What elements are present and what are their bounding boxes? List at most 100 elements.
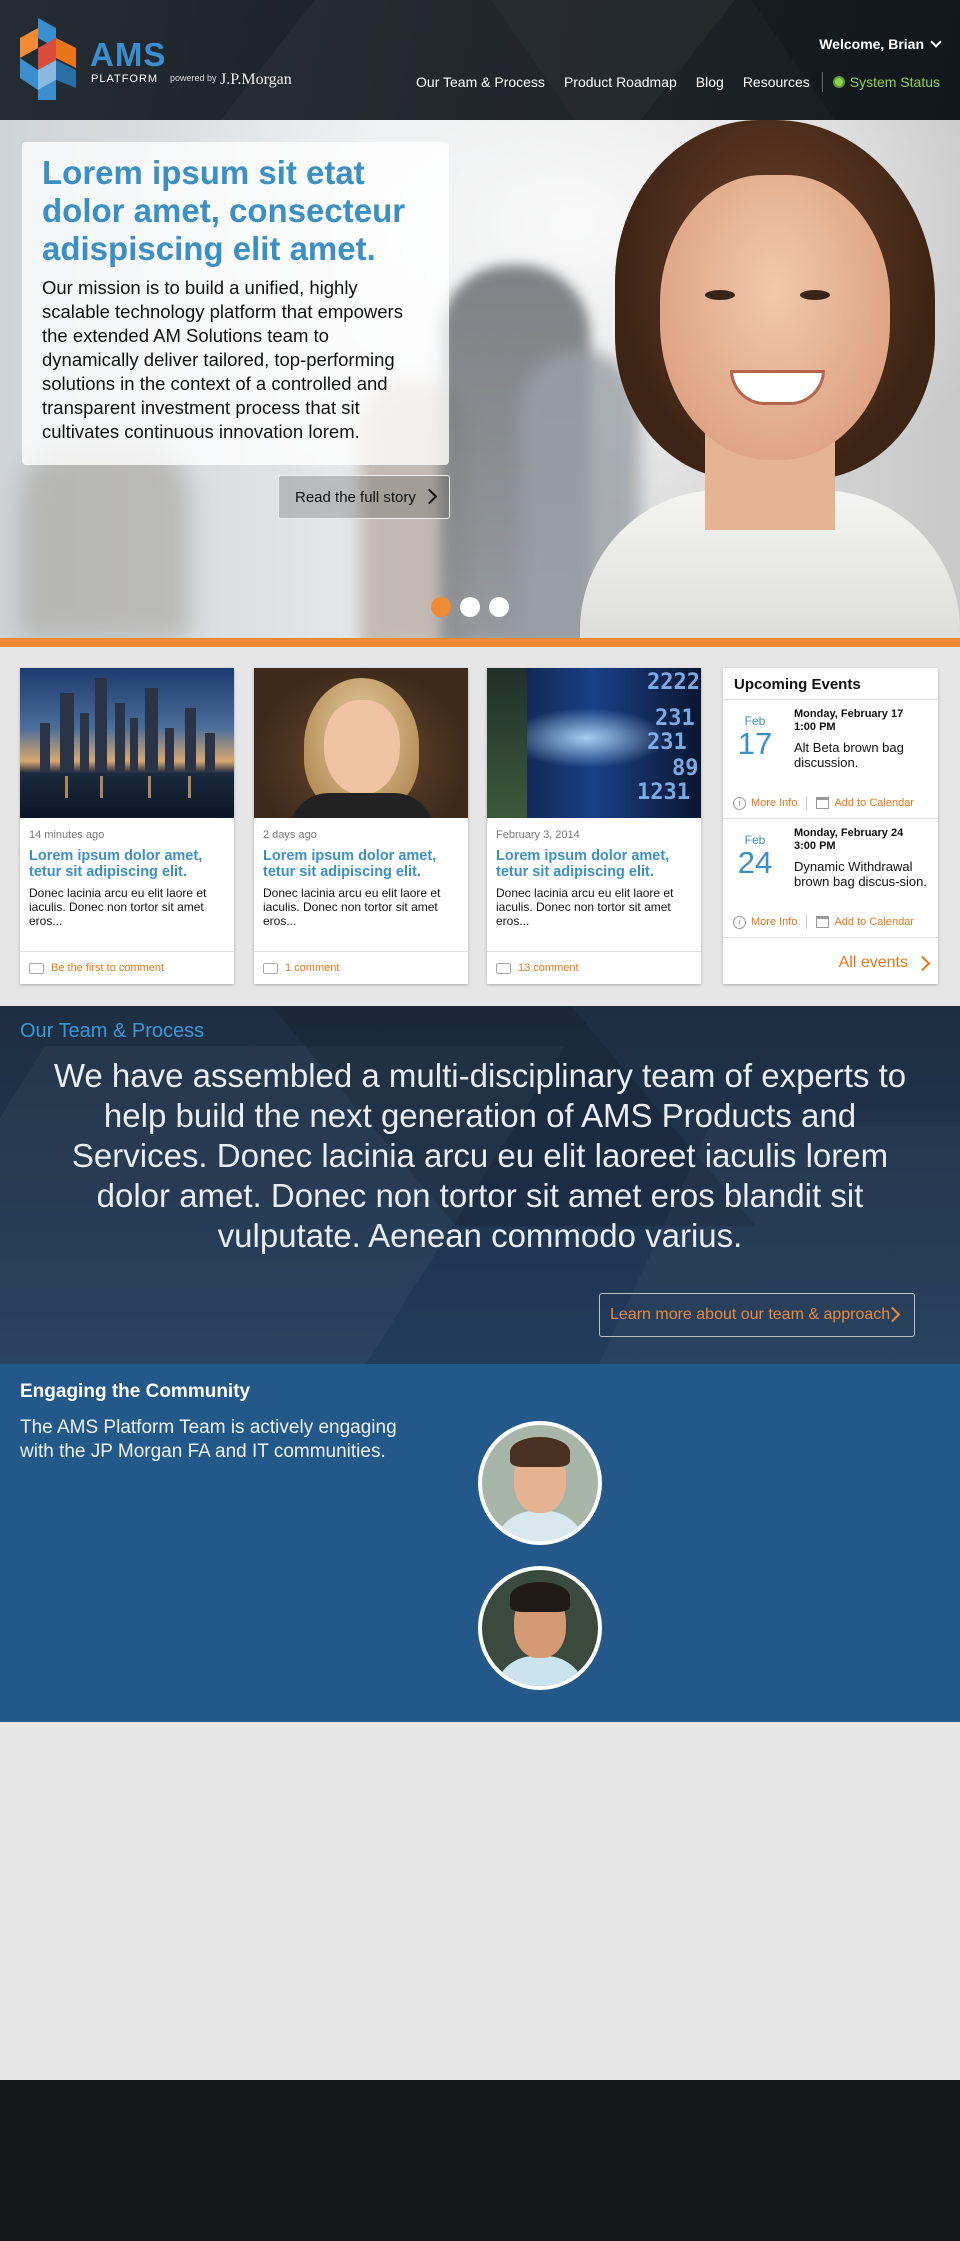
info-icon: i	[733, 915, 746, 929]
more-info-link[interactable]: More Info	[751, 916, 797, 928]
event-when: Monday, February 24 3:00 PM	[794, 827, 903, 853]
carousel-dot[interactable]	[460, 597, 480, 617]
carousel-dot[interactable]	[431, 597, 451, 617]
carousel-dot[interactable]	[489, 597, 509, 617]
stock-number: 2222	[647, 670, 700, 695]
team-section: Our Team & Process We have assembled a m…	[0, 1006, 960, 1364]
stock-number: 231	[647, 730, 687, 755]
card-comment-link[interactable]: 13 comment	[518, 962, 579, 974]
carousel-dots	[431, 597, 518, 617]
nav-resources[interactable]: Resources	[743, 74, 810, 90]
event-time: 3:00 PM	[794, 840, 836, 852]
hero-photo-eye	[705, 290, 735, 300]
card-date: 2 days ago	[263, 829, 317, 841]
news-card[interactable]: 2 days ago Lorem ipsum dolor amet, tetur…	[254, 668, 468, 984]
add-to-calendar-link[interactable]: Add to Calendar	[834, 797, 914, 809]
hero-photo-eye	[800, 290, 830, 300]
stock-number: 1231	[637, 780, 690, 805]
user-menu[interactable]: Welcome, Brian	[819, 36, 942, 52]
event-day: 17	[737, 726, 773, 761]
main-nav: Our Team & Process Product Roadmap Blog …	[397, 72, 940, 92]
event-item: Feb 17 Monday, February 17 1:00 PM Alt B…	[723, 700, 938, 819]
news-card[interactable]: 2222 231 231 89 1231 February 3, 2014 Lo…	[487, 668, 701, 984]
jpmorgan-logo: J.P.Morgan	[220, 71, 292, 88]
card-comments[interactable]: 13 comment	[487, 951, 701, 984]
team-statement: We have assembled a multi-disciplinary t…	[53, 1057, 907, 1254]
hero-caption: Lorem ipsum sit etat dolor amet, consect…	[22, 142, 449, 465]
all-events-label: All events	[838, 954, 908, 971]
event-item: Feb 24 Monday, February 24 3:00 PM Dynam…	[723, 819, 938, 938]
card-comment-link[interactable]: 1 comment	[285, 962, 339, 974]
card-excerpt: Donec lacinia arcu eu elit laore et iacu…	[263, 886, 441, 928]
comment-icon	[263, 962, 278, 974]
hero-title: Lorem ipsum sit etat dolor amet, consect…	[42, 154, 406, 267]
event-title: Dynamic Withdrawal brown bag discus-sion…	[794, 859, 927, 889]
event-time: 1:00 PM	[794, 721, 836, 733]
nav-team-process[interactable]: Our Team & Process	[416, 74, 545, 90]
nav-blog[interactable]: Blog	[696, 74, 724, 90]
logo-subtitle: PLATFORM	[91, 73, 159, 85]
card-image-stock-board: 2222 231 231 89 1231	[487, 668, 701, 818]
card-image-city	[20, 668, 234, 818]
status-dot-icon	[832, 76, 845, 88]
hero-text: Our mission is to build a unified, highl…	[42, 277, 403, 442]
logo-title: AMS	[90, 36, 167, 73]
team-heading[interactable]: Our Team & Process	[20, 1020, 204, 1043]
community-section: Engaging the Community The AMS Platform …	[0, 1364, 960, 1722]
powered-by: powered by	[170, 73, 217, 83]
event-date: Monday, February 24	[794, 827, 904, 839]
card-excerpt: Donec lacinia arcu eu elit laore et iacu…	[496, 886, 674, 928]
ams-logo-icon[interactable]	[20, 18, 82, 100]
event-day: 24	[737, 845, 773, 880]
event-links: i More Info Add to Calendar	[733, 796, 914, 810]
nav-divider	[821, 72, 823, 92]
add-to-calendar-link[interactable]: Add to Calendar	[834, 916, 914, 928]
system-status-link[interactable]: System Status	[832, 74, 940, 90]
calendar-icon	[816, 797, 830, 809]
learn-more-label: Learn more about our team & approach	[610, 1306, 891, 1323]
comment-icon	[29, 962, 44, 974]
site-header: AMS PLATFORM powered by J.P.Morgan Welco…	[0, 0, 960, 120]
card-comment-link[interactable]: Be the first to comment	[51, 962, 164, 974]
welcome-text: Welcome, Brian	[819, 36, 924, 52]
card-comments[interactable]: Be the first to comment	[20, 951, 234, 984]
card-comments[interactable]: 1 comment	[254, 951, 468, 984]
all-events-link[interactable]: All events	[838, 954, 931, 972]
calendar-icon	[816, 916, 830, 928]
read-full-story-button[interactable]: Read the full story	[278, 475, 450, 519]
hero-photo-face	[660, 175, 890, 460]
stock-number: 231	[655, 706, 695, 731]
system-status-label: System Status	[849, 74, 940, 90]
community-text: The AMS Platform Team is actively engagi…	[20, 1417, 397, 1462]
event-when: Monday, February 17 1:00 PM	[794, 708, 903, 734]
card-excerpt: Donec lacinia arcu eu elit laore et iacu…	[29, 886, 207, 928]
events-title: Upcoming Events	[723, 668, 938, 700]
learn-more-team-button[interactable]: Learn more about our team & approach	[599, 1293, 915, 1337]
chevron-down-icon	[930, 36, 942, 48]
card-title[interactable]: Lorem ipsum dolor amet, tetur sit adipis…	[496, 848, 692, 880]
comment-icon	[496, 962, 511, 974]
nav-product-roadmap[interactable]: Product Roadmap	[564, 74, 677, 90]
event-title: Alt Beta brown bag discussion.	[794, 740, 904, 770]
divider-bar	[0, 638, 960, 647]
event-date: Monday, February 17	[794, 708, 904, 720]
more-info-link[interactable]: More Info	[751, 797, 797, 809]
news-card[interactable]: 14 minutes ago Lorem ipsum dolor amet, t…	[20, 668, 234, 984]
chevron-right-icon	[914, 955, 931, 971]
card-date: February 3, 2014	[496, 829, 580, 841]
event-links: i More Info Add to Calendar	[733, 915, 914, 929]
card-title[interactable]: Lorem ipsum dolor amet, tetur sit adipis…	[29, 848, 225, 880]
card-title[interactable]: Lorem ipsum dolor amet, tetur sit adipis…	[263, 848, 459, 880]
read-full-story-label: Read the full story	[295, 488, 416, 506]
hero-bg-person	[20, 440, 190, 638]
upcoming-events: Upcoming Events Feb 17 Monday, February …	[723, 668, 938, 984]
avatar[interactable]	[478, 1566, 602, 1690]
community-heading: Engaging the Community	[20, 1381, 251, 1402]
stock-number: 89	[672, 756, 699, 781]
info-icon: i	[733, 796, 746, 810]
chevron-right-icon	[421, 488, 438, 505]
card-image-portrait	[254, 668, 468, 818]
avatar[interactable]	[478, 1421, 602, 1545]
card-date: 14 minutes ago	[29, 829, 105, 841]
site-footer	[0, 2080, 960, 2241]
